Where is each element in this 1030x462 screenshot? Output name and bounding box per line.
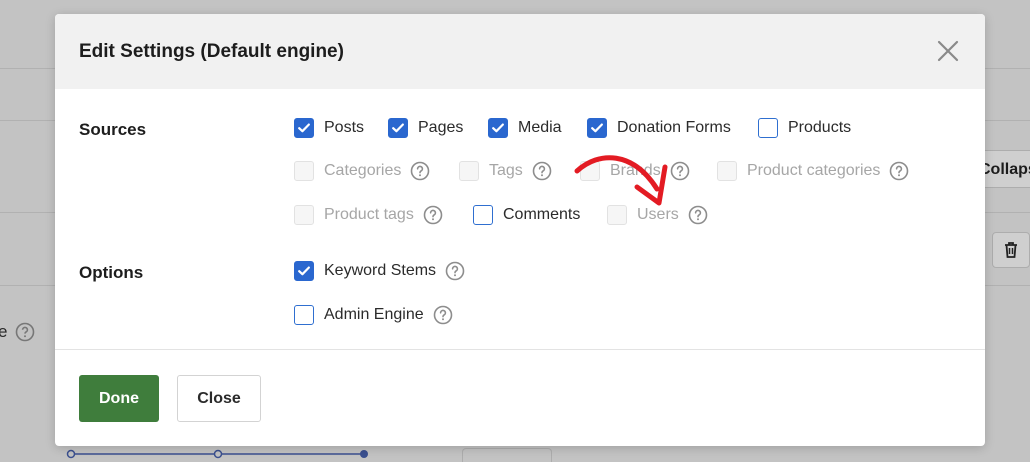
modal-footer: Done Close [55, 349, 985, 446]
help-icon[interactable] [445, 261, 465, 281]
option-label: Media [518, 119, 562, 136]
help-icon[interactable] [423, 205, 443, 225]
source-option-categories: Categories [294, 161, 430, 181]
source-option-posts[interactable]: Posts [294, 118, 364, 138]
option-label: Products [788, 119, 852, 136]
source-option-media[interactable]: Media [488, 118, 562, 138]
option-label: Product tags [324, 206, 414, 223]
checkmark-icon [492, 123, 504, 133]
checkbox[interactable] [294, 261, 314, 281]
source-option-comments[interactable]: Comments [473, 205, 580, 225]
modal-header: Edit Settings (Default engine) [55, 14, 985, 89]
checkbox[interactable] [488, 118, 508, 138]
bg-tab [462, 448, 552, 462]
checkbox [717, 161, 737, 181]
bg-slider [66, 449, 368, 459]
checkbox[interactable] [587, 118, 607, 138]
checkmark-icon [298, 123, 310, 133]
checkbox[interactable] [294, 118, 314, 138]
edit-settings-modal: Edit Settings (Default engine) Sources O… [55, 14, 985, 446]
source-option-products[interactable]: Products [758, 118, 851, 138]
help-icon[interactable] [889, 161, 909, 181]
help-icon[interactable] [433, 305, 453, 325]
help-icon[interactable] [410, 161, 430, 181]
source-option-tags: Tags [459, 161, 552, 181]
annotation-arrow-icon [574, 155, 668, 206]
modal-title: Edit Settings (Default engine) [79, 41, 344, 62]
done-button[interactable]: Done [79, 375, 159, 422]
checkbox[interactable] [388, 118, 408, 138]
options-label: Options [79, 263, 144, 282]
option-keyword-stems[interactable]: Keyword Stems [294, 261, 465, 281]
option-label: Donation Forms [617, 119, 731, 136]
checkmark-icon [591, 123, 603, 133]
checkbox[interactable] [294, 305, 314, 325]
option-label: Admin Engine [324, 306, 424, 323]
close-icon [937, 40, 959, 62]
checkbox [459, 161, 479, 181]
source-option-product-tags: Product tags [294, 205, 443, 225]
help-icon [15, 322, 35, 347]
checkbox[interactable] [758, 118, 778, 138]
sources-label: Sources [79, 120, 147, 139]
trash-icon [1005, 242, 1017, 258]
modal-body: Sources Options Posts Pages Media Donati… [55, 89, 985, 349]
source-option-product-categories: Product categories [717, 161, 909, 181]
option-label: Posts [324, 119, 365, 136]
checkbox [294, 161, 314, 181]
help-icon[interactable] [532, 161, 552, 181]
delete-button [992, 232, 1030, 268]
option-label: Categories [324, 162, 402, 179]
checkmark-icon [298, 266, 310, 276]
checkmark-icon [392, 123, 404, 133]
option-label: Product categories [747, 162, 881, 179]
checkbox [294, 205, 314, 225]
option-label: Pages [418, 119, 464, 136]
source-option-donation-forms[interactable]: Donation Forms [587, 118, 731, 138]
option-admin-engine[interactable]: Admin Engine [294, 305, 453, 325]
bg-field-label-fragment: e [0, 322, 8, 341]
close-x-button[interactable] [937, 40, 959, 62]
help-icon[interactable] [688, 205, 708, 225]
checkbox[interactable] [473, 205, 493, 225]
option-label: Keyword Stems [324, 262, 437, 279]
option-label: Tags [489, 162, 523, 179]
close-button[interactable]: Close [177, 375, 261, 422]
source-option-pages[interactable]: Pages [388, 118, 463, 138]
